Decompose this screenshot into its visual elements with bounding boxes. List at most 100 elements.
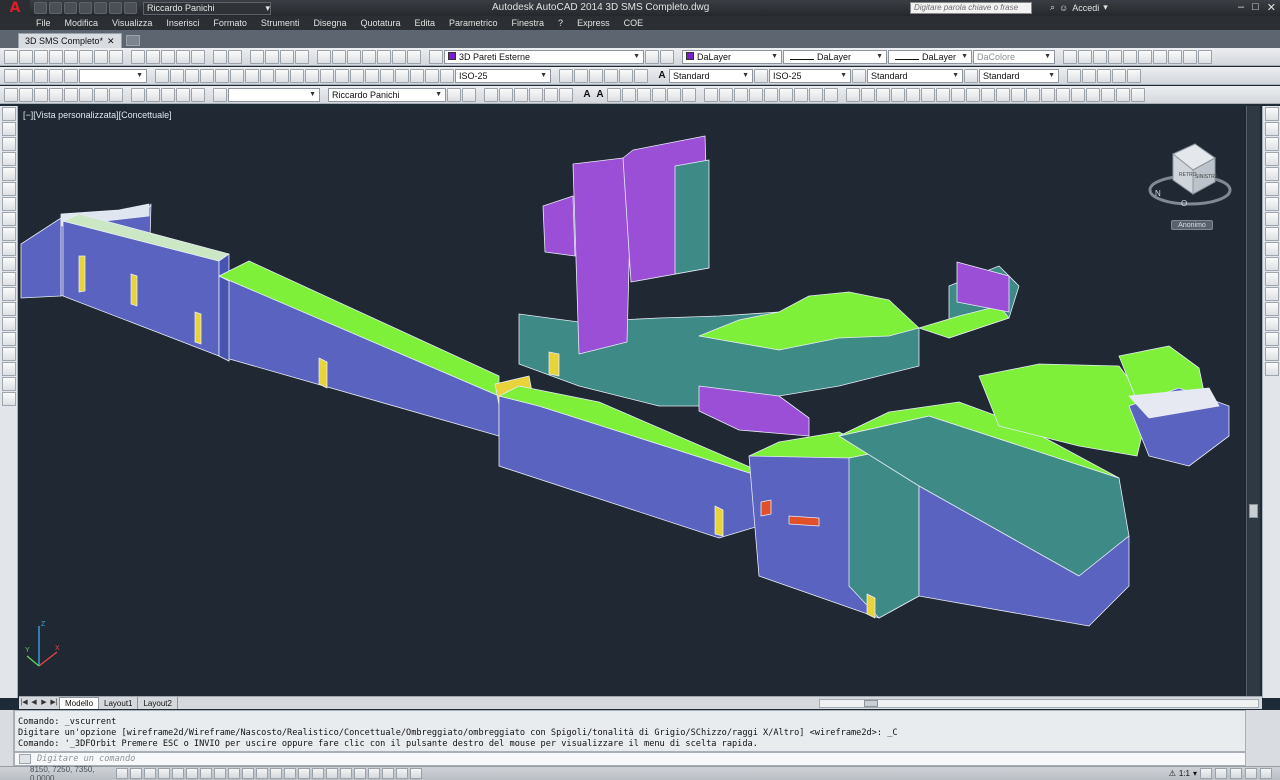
new-icon[interactable] <box>34 2 47 14</box>
unisolate-icon[interactable] <box>1123 49 1137 64</box>
align-leader-icon[interactable] <box>604 68 618 83</box>
polygon-icon[interactable] <box>2 152 16 166</box>
plot-icon[interactable] <box>64 49 78 64</box>
close-button[interactable]: ✕ <box>1267 1 1276 14</box>
angular-icon[interactable] <box>260 68 274 83</box>
layer-match-icon[interactable] <box>1153 49 1167 64</box>
menu-edita[interactable]: Edita <box>415 18 436 28</box>
render-icon[interactable] <box>921 87 935 102</box>
dimension-edit-icon[interactable] <box>410 68 424 83</box>
ortho-icon[interactable] <box>158 768 170 779</box>
signin-label[interactable]: Accedi <box>1072 3 1099 13</box>
shaded-icon[interactable] <box>544 87 558 102</box>
revcloud-icon[interactable] <box>2 212 16 226</box>
osnap-icon[interactable] <box>186 768 198 779</box>
walk-icon[interactable] <box>861 87 875 102</box>
vertical-scrollbar[interactable] <box>1246 106 1260 696</box>
inspection-icon[interactable] <box>380 68 394 83</box>
extend-icon[interactable] <box>1265 257 1279 271</box>
dimstyle2-select[interactable]: ISO-25 ▼ <box>769 68 851 83</box>
polar-icon[interactable] <box>172 768 184 779</box>
chamfer-icon[interactable] <box>1265 317 1279 331</box>
realistic-icon[interactable] <box>514 87 528 102</box>
mtext-icon[interactable] <box>2 377 16 391</box>
menu-modifica[interactable]: Modifica <box>65 18 99 28</box>
tablestyle-select[interactable]: Standard ▼ <box>867 68 963 83</box>
user-select[interactable]: Riccardo Panichi ▼ <box>328 87 446 102</box>
previous-layout-icon[interactable]: ◀ <box>29 698 39 708</box>
plot-icon[interactable] <box>94 2 107 14</box>
menu-help[interactable]: ? <box>558 18 563 28</box>
preview-icon[interactable] <box>79 49 93 64</box>
undo-icon[interactable] <box>213 49 227 64</box>
last-layout-icon[interactable]: ▶| <box>49 698 59 708</box>
first-layout-icon[interactable]: |◀ <box>19 698 29 708</box>
ucs-icon[interactable] <box>49 68 63 83</box>
quick-properties-icon[interactable] <box>284 768 296 779</box>
search-input[interactable]: Digitare parola chiave o frase <box>910 2 1032 14</box>
clip-icon[interactable] <box>764 87 778 102</box>
ordinate-icon[interactable] <box>200 68 214 83</box>
3d-print-icon[interactable] <box>109 49 123 64</box>
lock-icon[interactable] <box>1063 49 1077 64</box>
menu-parametrico[interactable]: Parametrico <box>449 18 498 28</box>
copy-object-icon[interactable] <box>1265 122 1279 136</box>
block-editor-icon[interactable] <box>191 49 205 64</box>
annotation-scale-value[interactable]: 1:1 <box>1179 769 1190 778</box>
polyline-icon[interactable] <box>2 137 16 151</box>
hidden-icon[interactable] <box>499 87 513 102</box>
menu-inserisci[interactable]: Inserisci <box>166 18 199 28</box>
material-icon[interactable] <box>906 87 920 102</box>
transparency-icon[interactable] <box>270 768 282 779</box>
annotation-monitor-icon[interactable] <box>312 768 324 779</box>
aligned-dimension-icon[interactable] <box>170 68 184 83</box>
viewport-controls-label[interactable]: [−][Vista personalizzata][Concettuale] <box>23 110 172 120</box>
grid-icon[interactable] <box>144 768 156 779</box>
dyn-icon[interactable] <box>242 768 254 779</box>
viewcube[interactable]: RETRO SINISTRA N O <box>1145 132 1235 228</box>
command-window-grip[interactable] <box>0 710 14 766</box>
dimension-text-edit-icon[interactable] <box>425 68 439 83</box>
annotation-scale-icon[interactable] <box>1067 68 1081 83</box>
steeringwheel-icon[interactable] <box>396 768 408 779</box>
table-icon[interactable] <box>824 87 838 102</box>
spelling-icon[interactable] <box>637 87 651 102</box>
text-style2-icon[interactable] <box>652 87 666 102</box>
chevron-down-icon[interactable]: ▾ <box>1193 769 1197 778</box>
sphere-icon[interactable] <box>49 87 63 102</box>
calculator-icon[interactable] <box>392 49 406 64</box>
ucs-menu-button[interactable]: Anonimo <box>1171 220 1213 230</box>
background-icon[interactable] <box>951 87 965 102</box>
tolerance-icon[interactable] <box>350 68 364 83</box>
hatch-icon[interactable] <box>2 317 16 331</box>
menu-coe[interactable]: COE <box>624 18 644 28</box>
toolbar-lock-icon[interactable] <box>1215 768 1227 779</box>
layer-previous-icon[interactable] <box>660 49 674 64</box>
find-icon[interactable] <box>622 87 636 102</box>
mirror-icon[interactable] <box>1265 137 1279 151</box>
maximize-button[interactable]: □ <box>1252 1 1259 14</box>
single-text-icon[interactable]: A <box>594 89 606 100</box>
freeze-icon[interactable] <box>1078 49 1092 64</box>
block-icon[interactable] <box>704 87 718 102</box>
jogged-linear-icon[interactable] <box>395 68 409 83</box>
remove-leader-icon[interactable] <box>589 68 603 83</box>
section-plane-icon[interactable] <box>996 87 1010 102</box>
user-refresh-icon[interactable] <box>462 87 476 102</box>
3d-orbit-icon[interactable] <box>213 87 227 102</box>
center-mark-icon[interactable] <box>365 68 379 83</box>
3d-osnap-icon[interactable] <box>200 768 212 779</box>
quick-dimension-icon[interactable] <box>275 68 289 83</box>
cut-icon[interactable] <box>131 49 145 64</box>
viewport-icon[interactable] <box>34 68 48 83</box>
box-icon[interactable] <box>4 87 18 102</box>
off-icon[interactable] <box>1093 49 1107 64</box>
clean-screen-icon[interactable] <box>1260 768 1272 779</box>
redo-icon[interactable] <box>124 2 137 14</box>
design-center-icon[interactable] <box>332 49 346 64</box>
new-icon[interactable] <box>4 49 18 64</box>
collect-leader-icon[interactable] <box>619 68 633 83</box>
layer-delete-icon[interactable] <box>1183 49 1197 64</box>
smooth-icon[interactable] <box>1116 87 1130 102</box>
scale-icon[interactable] <box>1265 212 1279 226</box>
